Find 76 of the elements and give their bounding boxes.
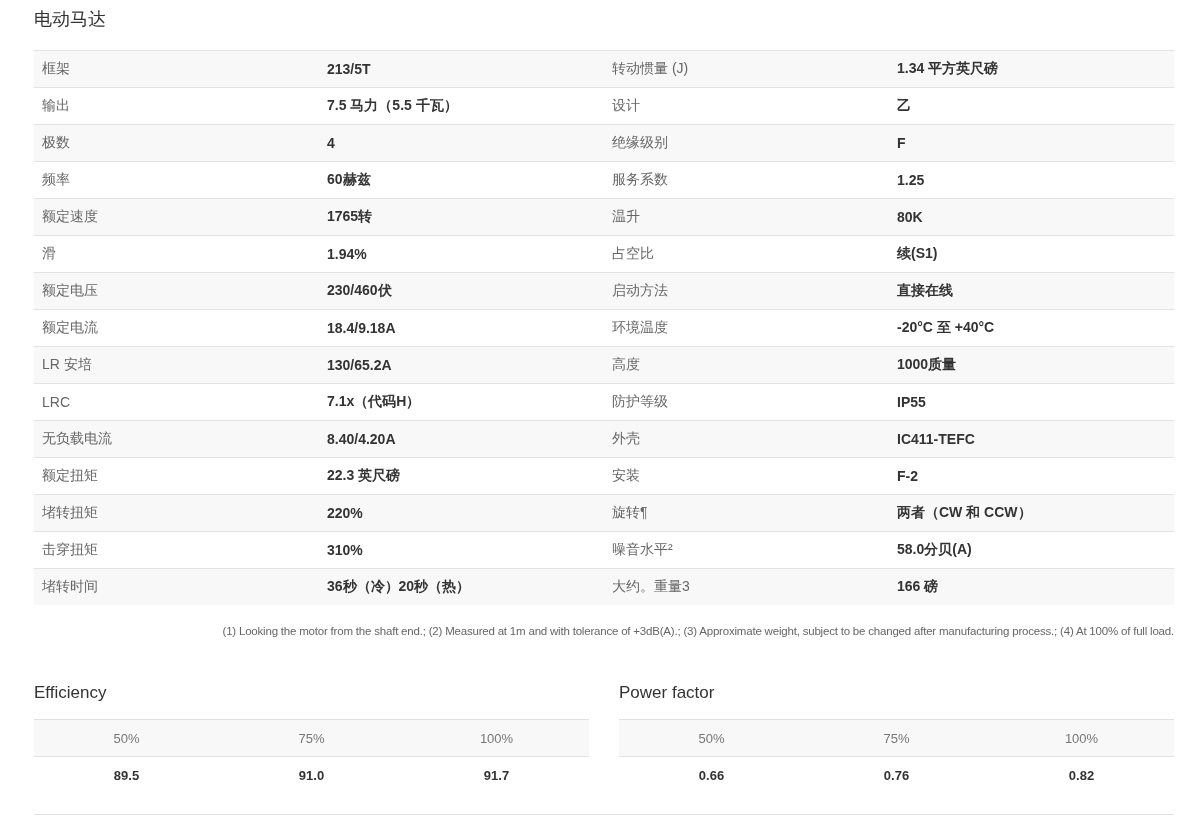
spec-label: LRC: [41, 394, 71, 410]
spec-value: 1000质量: [896, 356, 958, 374]
column-header: 75%: [883, 730, 910, 746]
spec-value: IP55: [896, 394, 927, 410]
spec-value: 36秒（冷）20秒（热）: [326, 578, 472, 596]
spec-label: 堵转时间: [41, 578, 99, 596]
spec-value: -20°C 至 +40°C: [896, 319, 996, 337]
spec-value: 60赫兹: [326, 171, 372, 189]
spec-value: 乙: [896, 97, 912, 115]
spec-value: 220%: [326, 505, 364, 521]
table-title: Efficiency: [34, 682, 108, 704]
column-header: 100%: [479, 730, 514, 746]
spec-label: 额定速度: [41, 208, 99, 226]
spec-label: 额定电流: [41, 319, 99, 337]
spec-label: 温升: [611, 208, 641, 226]
table-cell: 0.76: [883, 767, 910, 783]
spec-label: 框架: [41, 60, 71, 78]
spec-value: IC411-TEFC: [896, 431, 976, 447]
column-header: 50%: [698, 730, 725, 746]
spec-value: 58.0分贝(A): [896, 541, 973, 559]
spec-label: 滑: [41, 245, 57, 263]
spec-label: 极数: [41, 134, 71, 152]
spec-label: 输出: [41, 97, 71, 115]
column-header: 75%: [298, 730, 325, 746]
spec-value: 166 磅: [896, 578, 940, 596]
spec-label: 频率: [41, 171, 71, 189]
spec-label: 环境温度: [611, 319, 669, 337]
spec-value: F-2: [896, 468, 919, 484]
spec-label: 启动方法: [611, 282, 669, 300]
spec-label: 设计: [611, 97, 641, 115]
spec-label: 额定扭矩: [41, 467, 99, 485]
spec-value: 130/65.2A: [326, 357, 393, 373]
spec-value: 8.40/4.20A: [326, 431, 397, 447]
spec-value: 续(S1): [896, 245, 939, 263]
spec-label: 噪音水平²: [611, 541, 674, 559]
table-cell: 0.82: [1068, 767, 1095, 783]
spec-value: 80K: [896, 209, 924, 225]
section-title: 电动马达: [34, 8, 107, 31]
table-cell: 91.0: [298, 767, 325, 783]
spec-label: 服务系数: [611, 171, 669, 189]
footnote: (1) Looking the motor from the shaft end.; (2) Measured at 1m and with tolerance of +3dB(A).; (3) Approximate weight, subject to be changed after manufacturing process.; (4) At 100% of full load.: [221, 625, 1174, 637]
spec-value: 22.3 英尺磅: [326, 467, 402, 485]
spec-label: 占空比: [611, 245, 655, 263]
spec-label: 安装: [611, 467, 641, 485]
column-header: 50%: [113, 730, 140, 746]
table-cell: 0.66: [698, 767, 725, 783]
spec-label: 无负载电流: [41, 430, 113, 448]
spec-value: 213/5T: [326, 61, 372, 77]
spec-label: 旋转¶: [611, 504, 649, 522]
table-cell: 91.7: [483, 767, 510, 783]
spec-label: 大约。重量3: [611, 578, 691, 596]
column-header: 100%: [1064, 730, 1099, 746]
spec-value: 1.94%: [326, 246, 368, 262]
spec-value: 直接在线: [896, 282, 954, 300]
spec-label: 防护等级: [611, 393, 669, 411]
spec-value: 1.25: [896, 172, 926, 188]
table-title: Power factor: [619, 682, 716, 704]
table-cell: 89.5: [113, 767, 140, 783]
spec-value: 两者（CW 和 CCW）: [896, 504, 1033, 522]
spec-label: 转动惯量 (J): [611, 60, 690, 78]
spec-label: 堵转扭矩: [41, 504, 99, 522]
spec-value: 1.34 平方英尺磅: [896, 60, 1000, 78]
spec-value: F: [896, 135, 907, 151]
spec-value: 1765转: [326, 208, 374, 226]
spec-value: 18.4/9.18A: [326, 320, 397, 336]
spec-label: 外壳: [611, 430, 641, 448]
spec-label: 额定电压: [41, 282, 99, 300]
spec-value: 7.5 马力（5.5 千瓦）: [326, 97, 459, 115]
spec-label: 高度: [611, 356, 641, 374]
spec-value: 7.1x（代码H）: [326, 393, 422, 411]
spec-label: 击穿扭矩: [41, 541, 99, 559]
spec-label: 绝缘级别: [611, 134, 669, 152]
spec-value: 4: [326, 135, 336, 151]
spec-label: LR 安培: [41, 356, 93, 374]
spec-value: 310%: [326, 542, 364, 558]
spec-value: 230/460伏: [326, 282, 393, 300]
